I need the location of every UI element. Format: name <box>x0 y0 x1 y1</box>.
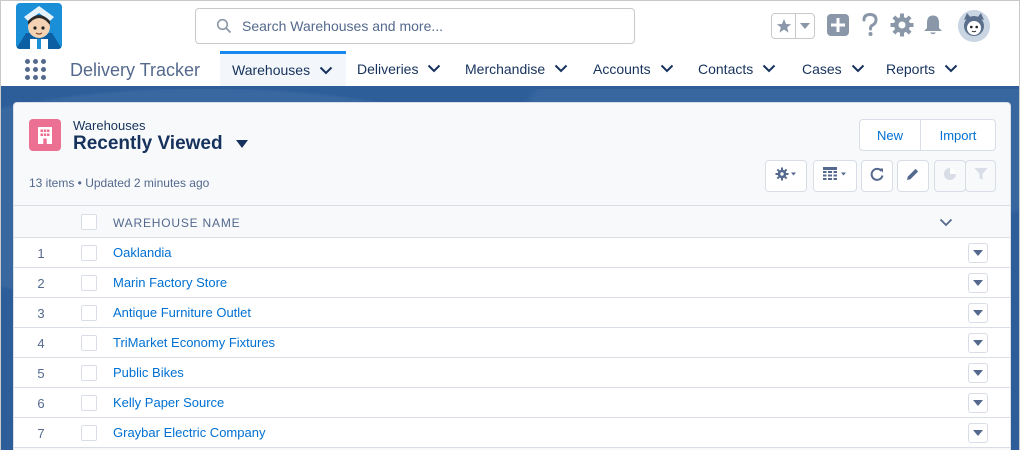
display-as-button[interactable] <box>813 160 857 192</box>
row-number: 5 <box>37 366 45 381</box>
import-button[interactable]: Import <box>921 120 995 150</box>
row-number: 7 <box>37 426 45 441</box>
search-icon <box>216 18 232 39</box>
app-logo[interactable] <box>16 3 62 49</box>
row-checkbox[interactable] <box>81 365 97 381</box>
chevron-down-icon[interactable] <box>660 64 674 73</box>
nav-tab-label: Deliveries <box>357 60 419 77</box>
table-row: 7 Graybar Electric Company <box>14 418 1010 448</box>
row-action-menu-icon[interactable] <box>968 393 988 413</box>
warehouse-table: WAREHOUSE NAME 1 Oaklandia 2 Marin Facto… <box>14 205 1010 448</box>
object-label: Warehouses <box>73 118 146 133</box>
chevron-down-icon[interactable] <box>762 64 776 73</box>
list-view-selector[interactable]: Recently Viewed <box>73 133 248 155</box>
table-row: 1 Oaklandia <box>14 238 1010 268</box>
table-row: 3 Antique Furniture Outlet <box>14 298 1010 328</box>
list-settings-icon <box>775 167 797 186</box>
edit-list-icon <box>906 167 920 186</box>
charts-button[interactable] <box>934 160 966 192</box>
warehouse-name-link[interactable]: Kelly Paper Source <box>113 395 224 410</box>
nav-tab-accounts[interactable]: Accounts <box>581 51 686 86</box>
chevron-down-icon[interactable] <box>939 218 953 227</box>
row-number: 2 <box>37 276 45 291</box>
row-action-menu-icon[interactable] <box>968 333 988 353</box>
help-icon[interactable] <box>861 13 879 37</box>
chevron-down-icon[interactable] <box>554 64 568 73</box>
list-view-controls-button[interactable] <box>765 160 807 192</box>
list-meta-info: 13 items • Updated 2 minutes ago <box>29 176 210 190</box>
row-checkbox[interactable] <box>81 395 97 411</box>
row-checkbox[interactable] <box>81 275 97 291</box>
row-number: 4 <box>37 336 45 351</box>
search-input[interactable] <box>242 9 622 43</box>
filter-button[interactable] <box>965 160 996 192</box>
edit-list-button[interactable] <box>897 160 929 192</box>
caret-down-icon[interactable] <box>235 140 248 148</box>
list-view-card: Warehouses Recently Viewed 13 items • Up… <box>13 102 1011 450</box>
nav-tab-contacts[interactable]: Contacts <box>686 51 790 86</box>
row-checkbox[interactable] <box>81 305 97 321</box>
refresh-icon <box>870 167 884 186</box>
row-number: 1 <box>37 246 45 261</box>
warehouse-name-link[interactable]: Antique Furniture Outlet <box>113 305 251 320</box>
row-checkbox[interactable] <box>81 245 97 261</box>
nav-tab-merchandise[interactable]: Merchandise <box>453 51 581 86</box>
row-action-menu-icon[interactable] <box>968 423 988 443</box>
chevron-down-icon[interactable] <box>427 64 441 73</box>
new-button[interactable]: New <box>860 120 921 150</box>
table-row: 2 Marin Factory Store <box>14 268 1010 298</box>
table-row: 4 TriMarket Economy Fixtures <box>14 328 1010 358</box>
nav-tab-cases[interactable]: Cases <box>790 51 874 86</box>
warehouse-name-link[interactable]: Public Bikes <box>113 365 184 380</box>
chevron-down-icon[interactable] <box>944 64 958 73</box>
row-checkbox[interactable] <box>81 335 97 351</box>
favorites-star-icon[interactable] <box>772 14 796 38</box>
table-row: 6 Kelly Paper Source <box>14 388 1010 418</box>
nav-tab-deliveries[interactable]: Deliveries <box>345 51 453 86</box>
user-avatar[interactable] <box>958 10 990 42</box>
filter-icon <box>974 167 988 186</box>
notifications-bell-icon[interactable] <box>923 14 943 36</box>
row-number: 3 <box>37 306 45 321</box>
nav-tab-label: Merchandise <box>465 60 546 77</box>
table-row: 5 Public Bikes <box>14 358 1010 388</box>
app-name: Delivery Tracker <box>70 60 201 80</box>
charts-icon <box>943 167 957 186</box>
row-action-menu-icon[interactable] <box>968 273 988 293</box>
favorites-button-group <box>771 13 815 39</box>
row-action-menu-icon[interactable] <box>968 303 988 323</box>
nav-tab-warehouses[interactable]: Warehouses <box>220 51 346 86</box>
global-search[interactable] <box>195 8 635 44</box>
global-actions-plus-icon[interactable] <box>827 14 849 36</box>
warehouse-building-icon <box>29 119 61 151</box>
app-navigation-bar: Delivery Tracker Warehouses Deliveries M… <box>1 51 1019 89</box>
list-view-name: Recently Viewed <box>73 133 223 154</box>
column-header-warehouse-name[interactable]: WAREHOUSE NAME <box>113 216 240 230</box>
warehouse-name-link[interactable]: Marin Factory Store <box>113 275 227 290</box>
warehouse-name-link[interactable]: Oaklandia <box>113 245 172 260</box>
select-all-checkbox[interactable] <box>81 214 97 230</box>
row-number: 6 <box>37 396 45 411</box>
favorites-menu-icon[interactable] <box>796 23 814 29</box>
table-header-row: WAREHOUSE NAME <box>14 205 1010 238</box>
warehouse-name-link[interactable]: Graybar Electric Company <box>113 425 265 440</box>
chevron-down-icon[interactable] <box>319 66 333 75</box>
setup-gear-icon[interactable] <box>890 13 914 37</box>
global-header <box>1 1 1019 51</box>
list-actions-group: New Import <box>859 119 996 151</box>
app-launcher-icon[interactable] <box>25 59 47 81</box>
display-as-table-icon <box>823 166 847 186</box>
row-checkbox[interactable] <box>81 425 97 441</box>
nav-tab-label: Contacts <box>698 60 754 77</box>
nav-tab-reports[interactable]: Reports <box>874 51 974 86</box>
warehouse-name-link[interactable]: TriMarket Economy Fixtures <box>113 335 275 350</box>
nav-tab-label: Accounts <box>593 60 651 77</box>
refresh-button[interactable] <box>861 160 893 192</box>
nav-tab-label: Warehouses <box>232 62 311 78</box>
nav-tab-label: Cases <box>802 60 842 77</box>
chevron-down-icon[interactable] <box>851 64 865 73</box>
nav-tab-label: Reports <box>886 60 936 77</box>
row-action-menu-icon[interactable] <box>968 363 988 383</box>
row-action-menu-icon[interactable] <box>968 243 988 263</box>
